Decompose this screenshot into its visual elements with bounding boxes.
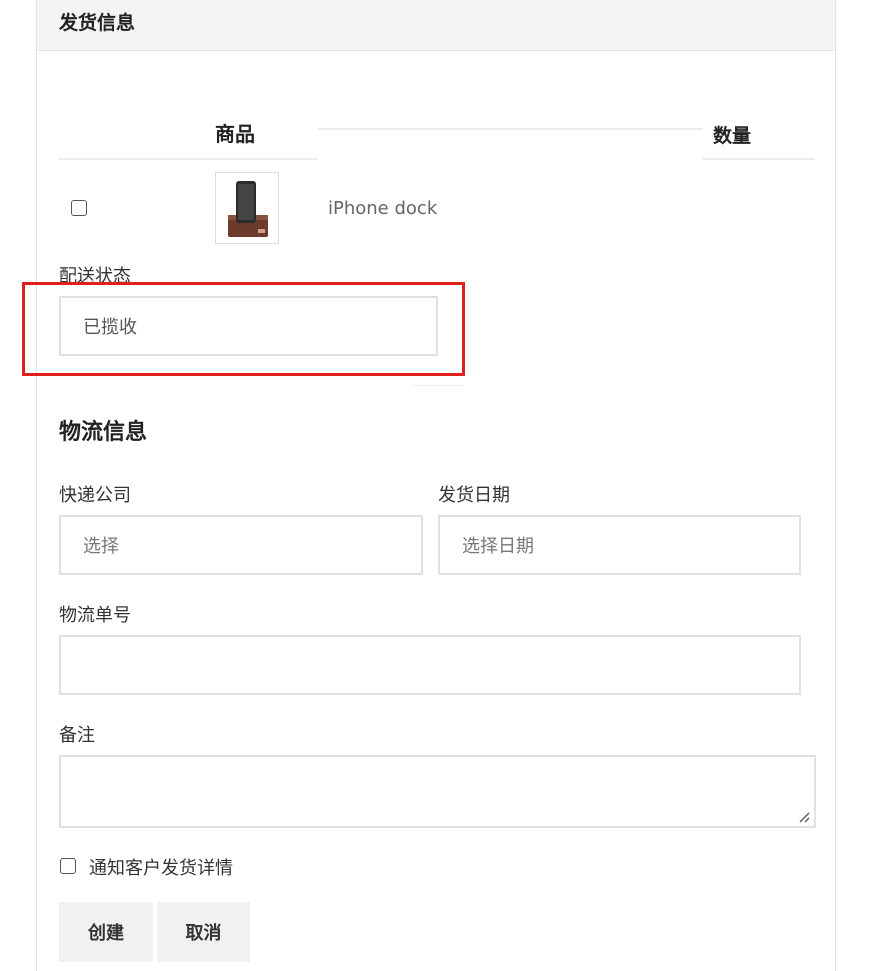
column-header-quantity: 数量 xyxy=(713,125,752,147)
ship-date-placeholder: 选择日期 xyxy=(462,536,534,557)
cancel-button[interactable]: 取消 xyxy=(157,902,250,962)
product-name[interactable]: iPhone dock xyxy=(328,198,437,219)
resize-handle-icon[interactable] xyxy=(799,812,810,823)
header-divider-left xyxy=(59,158,317,160)
carrier-select[interactable]: 选择 xyxy=(59,515,423,575)
panel-header: 发货信息 xyxy=(37,0,835,51)
logistics-section-title: 物流信息 xyxy=(59,420,148,445)
create-button[interactable]: 创建 xyxy=(59,902,153,962)
notify-customer-label[interactable]: 通知客户发货详情 xyxy=(89,854,233,880)
ship-date-label: 发货日期 xyxy=(438,485,510,506)
iphone-dock-image xyxy=(228,181,268,237)
notes-textarea[interactable] xyxy=(59,755,816,828)
carrier-label: 快递公司 xyxy=(59,485,131,506)
product-row-checkbox[interactable] xyxy=(71,200,87,216)
notes-label: 备注 xyxy=(59,725,95,746)
column-header-product: 商品 xyxy=(215,122,255,146)
delivery-status-highlight xyxy=(22,282,465,376)
notify-customer-checkbox[interactable] xyxy=(60,858,76,874)
header-divider-right xyxy=(703,158,815,160)
header-divider-middle xyxy=(317,128,703,130)
status-divider xyxy=(413,385,463,386)
product-thumbnail xyxy=(215,172,279,244)
ship-date-picker[interactable]: 选择日期 xyxy=(438,515,801,575)
tracking-number-input[interactable] xyxy=(59,635,801,695)
carrier-placeholder: 选择 xyxy=(83,536,119,557)
shipment-panel: 发货信息 商品 数量 iPhone dock 配送状态 已揽收 物流信息 快递公… xyxy=(36,0,836,971)
tracking-number-label: 物流单号 xyxy=(59,605,131,626)
panel-title: 发货信息 xyxy=(59,12,136,34)
